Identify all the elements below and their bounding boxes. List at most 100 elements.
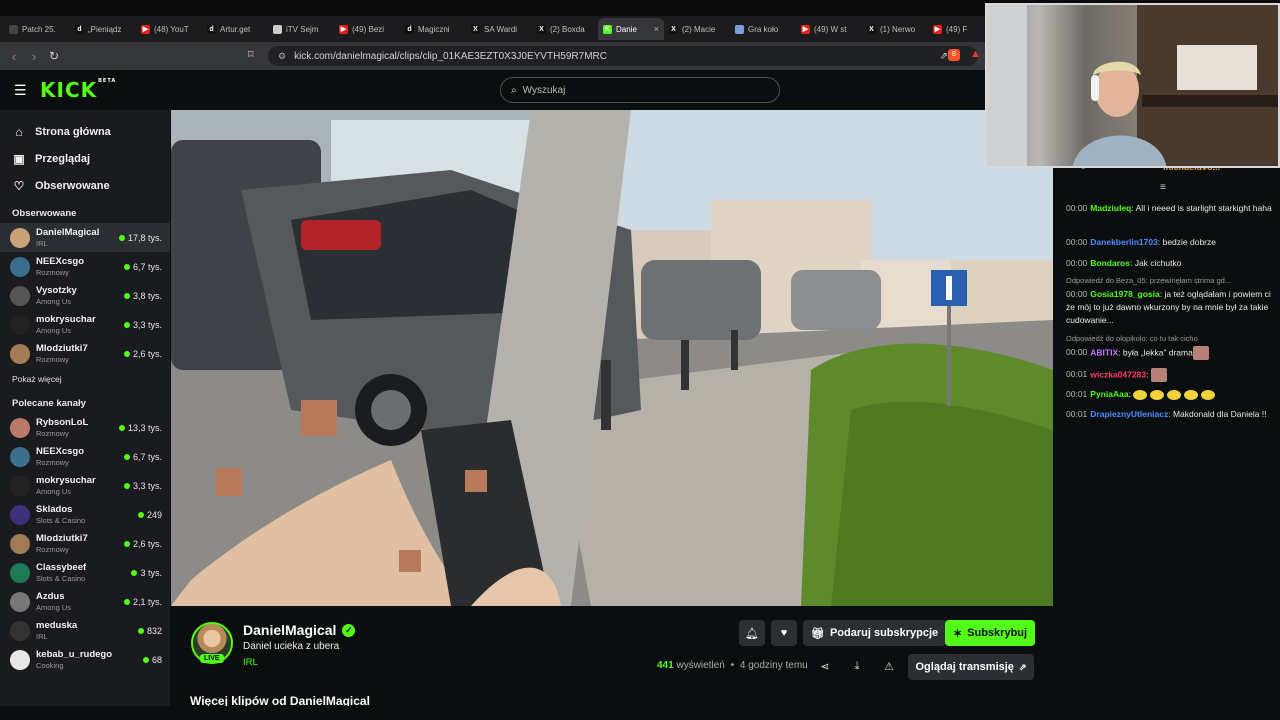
chat-emote-icon xyxy=(1150,368,1167,382)
browser-tab[interactable]: X (2) Macie xyxy=(664,18,730,40)
notification-bell-button[interactable]: 🔔︎ xyxy=(739,620,765,646)
chat-emote-icon xyxy=(1167,389,1182,400)
chat-filter-icon[interactable]: ≡ xyxy=(1160,182,1166,193)
chat-username[interactable]: Madziuleq xyxy=(1090,203,1131,213)
bookmark-icon[interactable]: ⌑ xyxy=(248,48,254,61)
browser-tab[interactable]: Gra koło xyxy=(730,18,796,40)
channel-name: Azdus xyxy=(36,591,65,602)
channel-avatar xyxy=(10,591,30,612)
channel-info: Mlodziutki7 Rozmowy xyxy=(36,533,124,554)
nav-icon: ♡ xyxy=(13,178,25,193)
streamer-name[interactable]: DanielMagical ✓ xyxy=(243,622,356,638)
download-icon[interactable]: ⤓ xyxy=(849,658,865,674)
tab-favicon-icon xyxy=(735,24,744,34)
channel-item[interactable]: DanielMagical IRL 17,8 tys. xyxy=(0,223,170,252)
channel-viewers: 2,6 tys. xyxy=(123,349,162,359)
url-field[interactable]: ⚙ kick.com/danielmagical/clips/clip_01KA… xyxy=(268,46,978,66)
channel-item[interactable]: NEEXcsgo Rozmowy 6,7 tys. xyxy=(0,252,170,281)
sidebar-nav-item[interactable]: ⌂ Strona główna xyxy=(0,118,170,145)
channel-item[interactable]: meduska IRL 832 xyxy=(0,616,170,645)
clip-category-link[interactable]: IRL xyxy=(243,657,258,668)
sidebar-nav-item[interactable]: ▣ Przeglądaj xyxy=(0,145,170,172)
browser-tab[interactable]: iTV Sejm xyxy=(268,18,334,40)
channel-item[interactable]: NEEXcsgo Rozmowy 6,7 tys. xyxy=(0,442,170,471)
brave-shield-icon[interactable]: 8 xyxy=(948,49,960,61)
channel-item[interactable]: Vysotzky Among Us 3,8 tys. xyxy=(0,281,170,310)
kick-logo[interactable]: KICKBETA xyxy=(40,78,116,102)
channel-item[interactable]: Classybeef Slots & Casino 3 tys. xyxy=(0,558,170,587)
viewer-count: 6,7 tys. xyxy=(132,451,162,462)
follow-heart-button[interactable]: ♥ xyxy=(771,620,797,646)
back-arrow-icon[interactable]: ‹ xyxy=(4,49,24,64)
tab-favicon-icon: d xyxy=(75,24,84,34)
share-icon[interactable]: ⇗ xyxy=(940,51,948,62)
channel-viewers: 249 xyxy=(137,510,162,520)
chat-time: 00:00 xyxy=(1066,347,1088,358)
brave-rewards-icon[interactable]: ▲ xyxy=(970,48,981,60)
browser-tab[interactable]: d „Pieniądz xyxy=(70,18,136,40)
channel-viewers: 2,1 tys. xyxy=(123,597,162,607)
search-placeholder: Wyszukaj xyxy=(522,84,566,96)
channel-info: meduska IRL xyxy=(36,620,138,641)
channel-info: Azdus Among Us xyxy=(36,591,124,612)
channel-item[interactable]: Azdus Among Us 2,1 tys. xyxy=(0,587,170,616)
reload-icon[interactable]: ↻ xyxy=(44,49,64,63)
subscribe-button[interactable]: ✶ Subskrybuj xyxy=(945,620,1035,646)
browser-tab[interactable]: X (2) Boxda xyxy=(532,18,598,40)
chat-time: 00:00 xyxy=(1066,203,1088,213)
channel-item[interactable]: RybsonLoL Rozmowy 13,3 tys. xyxy=(0,413,170,442)
channel-avatar xyxy=(10,256,30,277)
tab-label: „Pieniądz xyxy=(88,24,122,34)
channel-item[interactable]: kebab_u_rudego Cooking 68 xyxy=(0,645,170,674)
nav-label: Przeglądaj xyxy=(35,152,91,165)
report-icon[interactable]: ⚠ xyxy=(881,658,897,674)
menu-icon[interactable]: ☰ xyxy=(14,82,27,99)
chat-message: 00:01 wiczka047283: xyxy=(1066,368,1274,382)
channel-item[interactable]: Mlodziutki7 Rozmowy 2,6 tys. xyxy=(0,529,170,558)
live-dot-icon xyxy=(118,234,125,241)
site-settings-icon[interactable]: ⚙ xyxy=(278,51,286,62)
watch-stream-button[interactable]: Oglądaj transmisję ⇗ xyxy=(908,654,1034,680)
chat-time: 00:00 xyxy=(1066,289,1088,299)
tab-close-icon[interactable]: × xyxy=(654,24,659,34)
browser-tab[interactable]: ▶ (49) Bezi xyxy=(334,18,400,40)
browser-tab[interactable]: Patch 25. xyxy=(4,18,70,40)
sidebar-nav-item[interactable]: ♡ Obserwowane xyxy=(0,172,170,199)
chat-text: Makdonald dla Daniela !! xyxy=(1172,409,1267,419)
gift-subscriptions-button[interactable]: 🎁︎ Podaruj subskrypcje xyxy=(803,620,947,646)
live-dot-icon xyxy=(123,453,130,460)
chat-username[interactable]: wiczka047283 xyxy=(1090,369,1146,379)
browser-tab[interactable]: d Artur.get xyxy=(202,18,268,40)
browser-tab[interactable]: X (1) Nerwo xyxy=(862,18,928,40)
channel-item[interactable]: Sklados Slots & Casino 249 xyxy=(0,500,170,529)
forward-arrow-icon[interactable]: › xyxy=(24,49,44,64)
browser-tab[interactable]: X SA Wardi xyxy=(466,18,532,40)
chat-message: 00:00 Madziuleq: All i neeed is starlight… xyxy=(1066,202,1274,215)
followed-list: DanielMagical IRL 17,8 tys. NEEXcsgo Rozmowy… xyxy=(0,223,170,368)
chat-username[interactable]: Bondaros xyxy=(1090,258,1130,268)
channel-viewers: 832 xyxy=(137,626,162,636)
channel-item[interactable]: mokrysuchar Among Us 3,3 tys. xyxy=(0,471,170,500)
clip-video-player[interactable] xyxy=(171,110,1053,606)
chat-username[interactable]: Danekberlin1703 xyxy=(1090,237,1158,247)
browser-tab[interactable]: d Magiczni xyxy=(400,18,466,40)
channel-viewers: 3 tys. xyxy=(131,568,162,578)
chat-username[interactable]: PyniaAaa xyxy=(1090,389,1128,399)
browser-tab[interactable]: K Danie × xyxy=(598,18,664,40)
search-input[interactable]: ⌕ Wyszukaj xyxy=(500,77,780,103)
channel-item[interactable]: mokrysuchar Among Us 3,3 tys. xyxy=(0,310,170,339)
browser-tab[interactable]: ▶ (49) W st xyxy=(796,18,862,40)
chat-emote-icon xyxy=(1133,389,1148,400)
views-label: wyświetleń xyxy=(676,660,725,671)
show-more-link[interactable]: Pokaż więcej xyxy=(0,374,170,384)
chat-username[interactable]: DrapieznyUtleniacz xyxy=(1090,409,1168,419)
channel-avatar xyxy=(10,314,30,335)
channel-item[interactable]: Mlodziutki7 Rozmowy 2,6 tys. xyxy=(0,339,170,368)
clip-stats: 441 wyświetleń • 4 godziny temu xyxy=(657,660,808,671)
sidebar-nav: ⌂ Strona główna ▣ Przeglądaj ♡ Obserwowane xyxy=(0,110,170,199)
share-icon[interactable]: ⋖ xyxy=(817,658,833,674)
chat-username[interactable]: ABITIX xyxy=(1090,347,1118,357)
channel-avatar xyxy=(10,562,30,583)
chat-username[interactable]: Gosia1978_gosia xyxy=(1090,289,1159,299)
browser-tab[interactable]: ▶ (48) YouT xyxy=(136,18,202,40)
